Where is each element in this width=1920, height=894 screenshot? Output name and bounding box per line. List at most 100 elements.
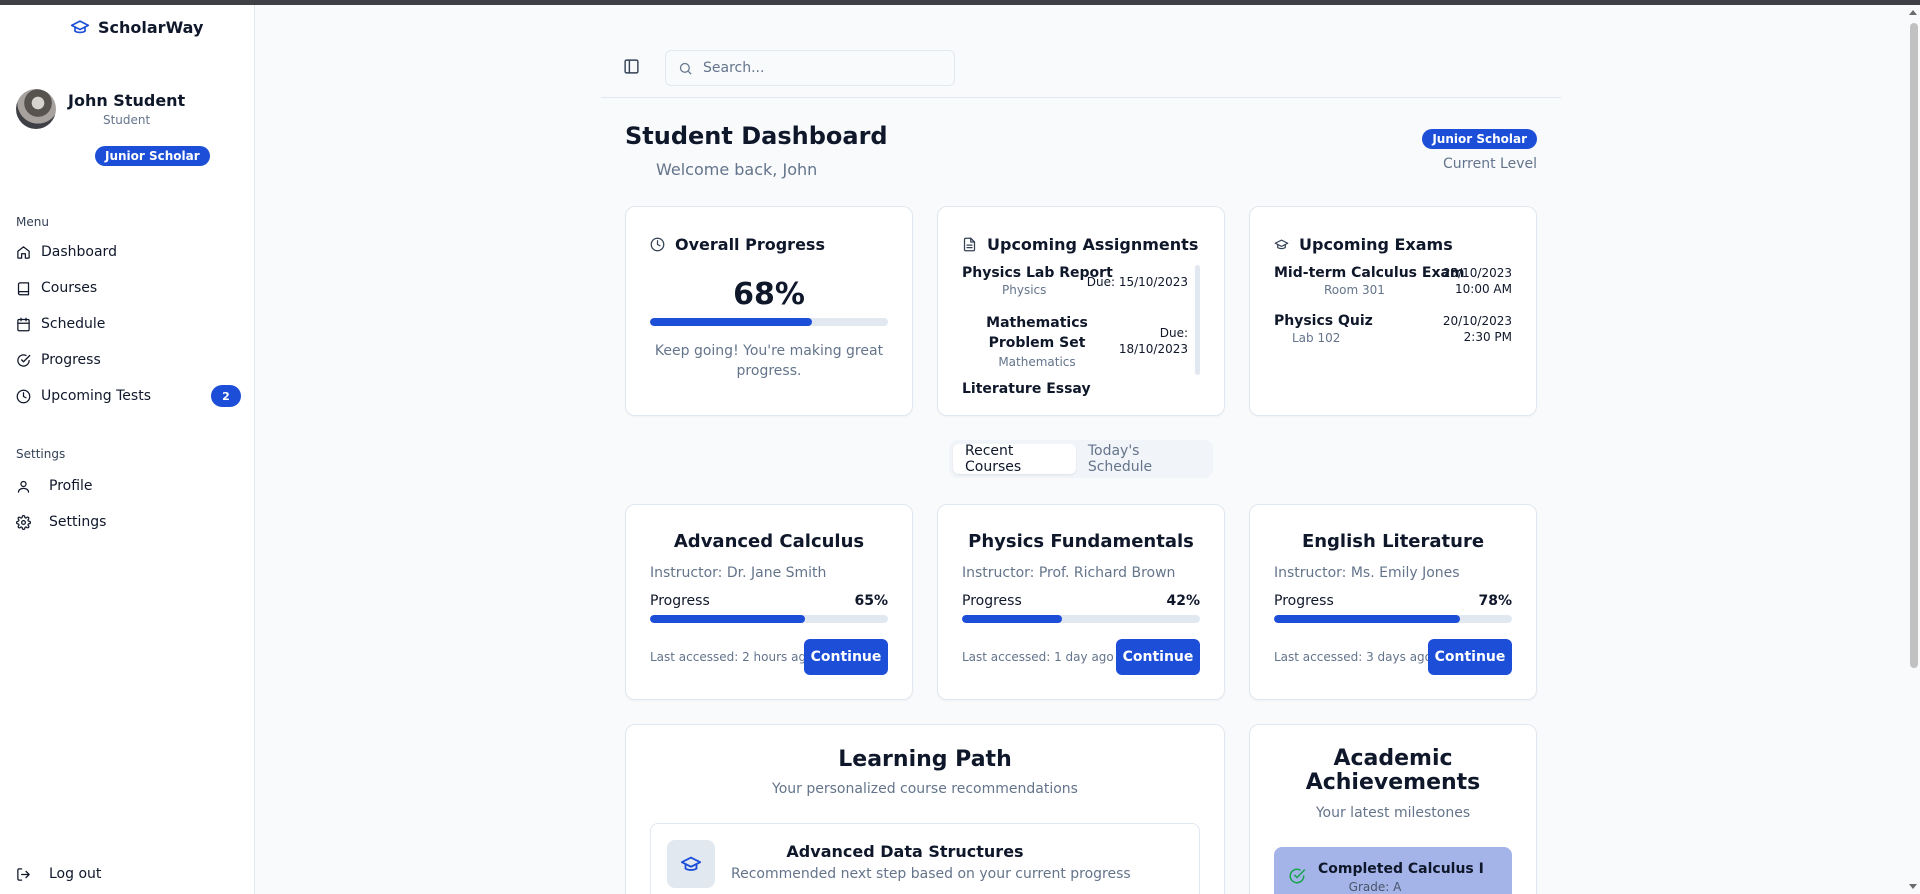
sidebar-toggle-button[interactable]: [623, 58, 643, 78]
course-progress-bar: [1274, 615, 1512, 623]
sidebar-item-profile[interactable]: Profile: [16, 471, 241, 501]
assignment-title: Literature Essay: [962, 381, 1091, 397]
list-item[interactable]: Mid-term Calculus Exam Room 301 25/10/20…: [1274, 265, 1512, 297]
sidebar-item-label: Dashboard: [41, 244, 117, 260]
course-card: Physics Fundamentals Instructor: Prof. R…: [937, 504, 1225, 700]
list-item[interactable]: Physics Lab Report Physics Due: 15/10/20…: [962, 265, 1192, 313]
sidebar-item-dashboard[interactable]: Dashboard: [16, 237, 241, 267]
assignments-scrollbar[interactable]: [1195, 265, 1200, 375]
clock-icon: [16, 389, 31, 403]
tests-count-badge: 2: [211, 385, 241, 407]
course-last-accessed: Last accessed: 1 day ago: [962, 650, 1114, 664]
course-progress-value: 78%: [1478, 593, 1512, 609]
course-progress-bar: [650, 615, 888, 623]
graduation-cap-icon: [70, 20, 90, 34]
course-instructor: Instructor: Dr. Jane Smith: [650, 565, 827, 581]
sidebar-item-upcoming-tests[interactable]: Upcoming Tests 2: [16, 381, 241, 411]
exam-time: 2:30 PM: [1463, 330, 1512, 344]
sidebar-item-progress[interactable]: Progress: [16, 345, 241, 375]
continue-button[interactable]: Continue: [1116, 639, 1200, 675]
card-header: Overall Progress: [650, 235, 825, 254]
book-icon: [17, 281, 30, 295]
achievements-card: Academic Achievements Your latest milest…: [1249, 724, 1537, 894]
scroll-down-arrow[interactable]: [1909, 884, 1917, 889]
graduation-cap-icon: [680, 856, 702, 871]
settings-section-title: Settings: [16, 447, 66, 461]
continue-button[interactable]: Continue: [804, 639, 888, 675]
avatar[interactable]: [16, 89, 56, 129]
gear-icon: [16, 514, 31, 530]
exam-date: 25/10/2023: [1442, 266, 1512, 280]
achievements-title-line2: Achievements: [1305, 770, 1481, 795]
exam-datetime: 25/10/2023 10:00 AM: [1443, 265, 1512, 297]
overall-progress-card: Overall Progress 68% Keep going! You're …: [625, 206, 913, 416]
course-progress-label: Progress: [962, 593, 1022, 609]
achievements-subtitle: Your latest milestones: [1315, 805, 1471, 821]
course-progress-label: Progress: [1274, 593, 1334, 609]
tab-todays-schedule[interactable]: Today's Schedule: [1076, 443, 1209, 475]
current-level-badge: Junior Scholar: [1422, 129, 1537, 149]
sidebar-item-settings[interactable]: Settings: [16, 507, 241, 537]
scrollbar-thumb[interactable]: [1910, 23, 1918, 668]
achievement-title: Completed Calculus I: [1318, 861, 1484, 877]
progress-bar-fill: [650, 318, 812, 326]
sidebar-item-label: Profile: [49, 478, 93, 494]
list-item[interactable]: Literature Essay: [962, 381, 1192, 415]
course-title: English Literature: [1301, 531, 1485, 552]
card-header: Upcoming Exams: [1274, 235, 1453, 254]
learning-path-title: Learning Path: [838, 747, 1012, 772]
assignment-title: Mathematics Problem Set: [986, 315, 1088, 351]
recommendation-description: Recommended next step based on your curr…: [731, 866, 1131, 882]
sidebar-item-label: Upcoming Tests: [41, 388, 151, 404]
sidebar-item-label: Schedule: [41, 316, 106, 332]
course-title: Physics Fundamentals: [968, 531, 1194, 552]
course-progress-value: 65%: [854, 593, 888, 609]
brand-name: ScholarWay: [98, 17, 204, 37]
panel-left-icon: [624, 59, 639, 74]
course-last-accessed: Last accessed: 3 days ago: [1274, 650, 1433, 664]
graduation-cap-icon: [1274, 239, 1289, 250]
progress-message: Keep going! You're making great progress…: [654, 343, 884, 379]
exam-datetime: 20/10/2023 2:30 PM: [1443, 313, 1512, 345]
clock-icon: [650, 237, 665, 252]
progress-bar-fill: [650, 615, 805, 623]
course-progress-value: 42%: [1166, 593, 1200, 609]
user-profile[interactable]: John Student Student: [16, 89, 185, 129]
assignment-due: Due: 15/10/2023: [1086, 275, 1188, 289]
logout-button[interactable]: Log out: [16, 859, 241, 889]
recommendation-title: Advanced Data Structures: [786, 842, 1024, 861]
recommendation-item[interactable]: Advanced Data Structures Recommended nex…: [650, 823, 1200, 894]
assignment-subject: Mathematics: [998, 355, 1076, 369]
achievement-item[interactable]: Completed Calculus I Grade: A: [1274, 847, 1512, 894]
sidebar: ScholarWay John Student Student Junior S…: [0, 5, 255, 894]
assignment-due: Due: 18/10/2023: [1118, 326, 1188, 356]
tab-recent-courses[interactable]: Recent Courses: [953, 443, 1076, 475]
sidebar-item-courses[interactable]: Courses: [16, 273, 241, 303]
list-item[interactable]: Mathematics Problem Set Mathematics Due:…: [962, 313, 1192, 381]
card-title: Upcoming Exams: [1299, 235, 1453, 254]
course-tabs: Recent Courses Today's Schedule: [949, 440, 1213, 478]
upcoming-exams-card: Upcoming Exams Mid-term Calculus Exam Ro…: [1249, 206, 1537, 416]
card-header: Upcoming Assignments: [962, 235, 1198, 254]
brand[interactable]: ScholarWay: [70, 17, 203, 37]
search-box[interactable]: [665, 50, 955, 86]
logout-icon: [17, 867, 30, 881]
overall-progress-bar: [650, 318, 888, 326]
sidebar-item-schedule[interactable]: Schedule: [16, 309, 241, 339]
list-item[interactable]: Physics Quiz Lab 102 20/10/2023 2:30 PM: [1274, 313, 1512, 345]
page-title: Student Dashboard: [625, 122, 888, 150]
continue-button[interactable]: Continue: [1428, 639, 1512, 675]
document-icon: [963, 237, 976, 252]
home-icon: [17, 245, 30, 259]
recommendation-icon-box: [667, 840, 715, 888]
achievements-title: Academic Achievements: [1250, 747, 1536, 795]
search-input[interactable]: [703, 60, 943, 76]
user-name: John Student: [68, 91, 186, 110]
browser-top-strip: [0, 0, 1920, 5]
card-title: Upcoming Assignments: [987, 235, 1199, 254]
overall-progress-value: 68%: [733, 277, 805, 312]
user-role: Student: [102, 113, 151, 127]
page-scrollbar[interactable]: [1906, 5, 1920, 894]
scroll-up-arrow[interactable]: [1909, 10, 1917, 15]
assignments-list[interactable]: Physics Lab Report Physics Due: 15/10/20…: [962, 265, 1192, 415]
